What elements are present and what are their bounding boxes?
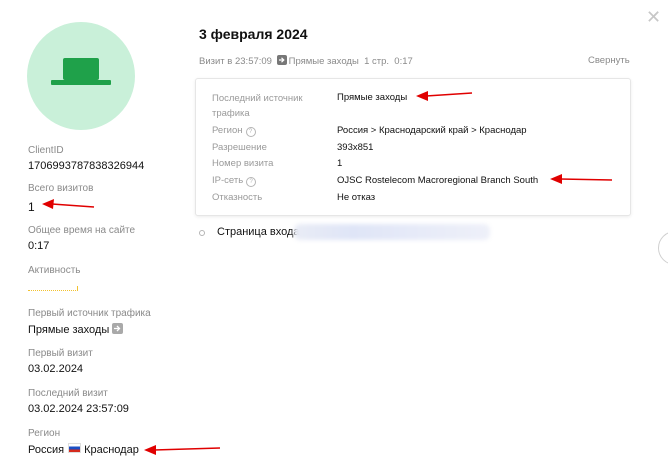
last-visit-label: Последний визит	[28, 388, 108, 399]
visit-source: Прямые заходы	[288, 56, 359, 67]
region-value: Россия Краснодар	[28, 443, 139, 456]
collapse-link[interactable]: Свернуть	[588, 55, 630, 66]
arrow-right-icon	[276, 55, 287, 65]
first-source-label: Первый источник трафика	[28, 308, 151, 319]
bounce-value: Не отказ	[337, 192, 376, 203]
region-country: Россия	[28, 444, 65, 456]
entry-page-url-blurred[interactable]	[294, 224, 490, 240]
visit-summary[interactable]: Визит в 23:57:09 Прямые заходы 1 стр. 0:…	[199, 55, 413, 67]
side-nav-button[interactable]	[658, 231, 668, 265]
ip-network-label: IP-сеть?	[212, 173, 257, 188]
visit-date: 3 февраля 2024	[199, 26, 308, 42]
question-icon[interactable]: ?	[246, 177, 257, 187]
visit-duration: 0:17	[394, 56, 413, 67]
annotation-arrow-region	[144, 445, 221, 455]
first-source-value: Прямые заходы	[28, 323, 124, 336]
visit-time: Визит в 23:57:09	[199, 56, 272, 67]
entry-page-bullet	[199, 230, 205, 236]
region-city: Краснодар	[84, 444, 139, 456]
close-icon[interactable]: ✕	[646, 8, 661, 26]
visit-details-card: Последний источник трафика Прямые заходы…	[195, 78, 631, 216]
region-detail-label-text: Регион	[212, 125, 243, 136]
annotation-arrow-total-visits	[42, 199, 95, 209]
activity-chart	[28, 290, 78, 291]
client-id-label: ClientID	[28, 145, 64, 156]
region-detail-value: Россия > Краснодарский край > Краснодар	[337, 125, 527, 136]
ip-network-label-text: IP-сеть	[212, 175, 244, 186]
activity-marker	[77, 286, 78, 291]
first-visit-label: Первый визит	[28, 348, 93, 359]
last-source-value: Прямые заходы	[337, 92, 408, 103]
visit-number-label: Номер визита	[212, 158, 274, 169]
russia-flag-icon	[68, 443, 82, 453]
resolution-label: Разрешение	[212, 142, 267, 153]
client-id-value: 1706993787838326944	[28, 160, 145, 172]
total-time-label: Общее время на сайте	[28, 225, 136, 236]
last-source-label-line2: трафика	[212, 108, 250, 119]
visit-number-value: 1	[337, 158, 343, 169]
resolution-value: 393x851	[337, 142, 374, 153]
total-visits-value: 1	[28, 200, 35, 214]
annotation-arrow-last-source	[416, 91, 473, 101]
question-icon[interactable]: ?	[245, 127, 256, 137]
hat-icon	[51, 58, 111, 85]
bounce-label: Отказность	[212, 192, 263, 203]
region-detail-label: Регион?	[212, 123, 256, 138]
first-source-text: Прямые заходы	[28, 324, 110, 336]
avatar	[27, 22, 135, 130]
region-label: Регион	[28, 428, 61, 439]
first-visit-value: 03.02.2024	[28, 363, 84, 375]
activity-label: Активность	[28, 265, 81, 276]
last-source-label: Последний источник трафика	[212, 91, 303, 121]
entry-page-label: Страница входа	[217, 226, 300, 238]
visit-pages: 1 стр.	[364, 56, 390, 67]
last-source-label-line1: Последний источник	[212, 93, 303, 104]
total-time-value: 0:17	[28, 240, 50, 252]
total-visits-label: Всего визитов	[28, 183, 94, 194]
last-visit-value: 03.02.2024 23:57:09	[28, 403, 129, 415]
arrow-right-icon	[112, 323, 124, 334]
ip-network-value: OJSC Rostelecom Macroregional Branch Sou…	[337, 175, 539, 186]
annotation-arrow-ip-network	[550, 174, 613, 184]
